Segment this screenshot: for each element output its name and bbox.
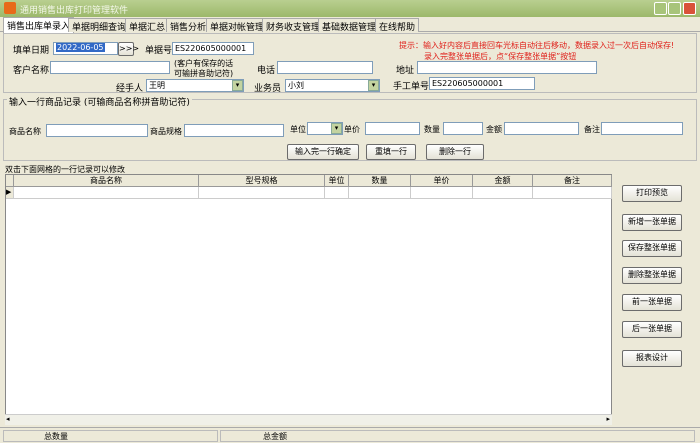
- grid-cell[interactable]: [349, 187, 411, 199]
- date-picker-button[interactable]: >>>: [118, 42, 139, 56]
- tab-summary[interactable]: 单据汇总: [125, 18, 170, 33]
- delete-row-button[interactable]: 删除一行: [426, 144, 484, 160]
- customer-label: 客户名称: [13, 66, 50, 76]
- window-title: 通用销售出库打印管理软件: [20, 6, 129, 16]
- col-header-name[interactable]: 商品名称: [14, 175, 199, 187]
- product-name-field[interactable]: [46, 124, 148, 137]
- col-header-unit[interactable]: 单位: [325, 175, 349, 187]
- qty-label: 数量: [424, 125, 440, 134]
- title-bar: 通用销售出库打印管理软件: [0, 0, 700, 17]
- col-header-amount[interactable]: 金额: [473, 175, 533, 187]
- date-label: 填单日期: [13, 46, 50, 56]
- bill-no-label: 单据号: [145, 46, 173, 56]
- scroll-left-icon[interactable]: ◂: [6, 415, 10, 423]
- grid-cell[interactable]: [411, 187, 473, 199]
- refill-row-button[interactable]: 重填一行: [366, 144, 416, 160]
- qty-field[interactable]: [443, 122, 483, 135]
- tab-bar: 销售出库单录入 单据明细查询 单据汇总 销售分析 单据对帐管理 财务收支管理 基…: [0, 17, 700, 33]
- report-design-button[interactable]: 报表设计: [622, 350, 682, 367]
- handler-label: 经手人: [116, 84, 144, 94]
- save-bill-button[interactable]: 保存整张单据: [622, 240, 682, 257]
- phone-field[interactable]: [277, 61, 373, 74]
- sales-combo[interactable]: [285, 79, 380, 92]
- customer-field[interactable]: [50, 61, 170, 74]
- total-qty-label: 总数量: [3, 430, 218, 442]
- next-bill-button[interactable]: 后一张单据: [622, 321, 682, 338]
- spec-field[interactable]: [184, 124, 284, 137]
- row-header-corner: [6, 175, 14, 187]
- amount-label: 金额: [486, 125, 502, 134]
- col-header-remark[interactable]: 备注: [533, 175, 612, 187]
- minimize-button[interactable]: [654, 2, 667, 15]
- current-row-indicator: ▶: [6, 187, 14, 199]
- customer-hint-2: 可输拼音助记符): [174, 69, 234, 78]
- header-panel: 填单日期 2022-06-05 >>> 单据号 提示：输入好内容后直接回车光标自…: [3, 33, 697, 94]
- new-bill-button[interactable]: 新增一张单据: [622, 214, 682, 231]
- chevron-down-icon[interactable]: ▾: [368, 80, 379, 91]
- grid-cell[interactable]: [533, 187, 612, 199]
- delete-bill-button[interactable]: 删除整张单据: [622, 267, 682, 284]
- hint-line-1: 提示：输入好内容后直接回车光标自动往后移动，数据录入过一次后自动保存!: [399, 41, 675, 50]
- tab-help[interactable]: 在线帮助: [375, 18, 420, 33]
- manual-no-field[interactable]: [429, 77, 535, 90]
- confirm-row-button[interactable]: 输入完一行确定: [287, 144, 359, 160]
- prev-bill-button[interactable]: 前一张单据: [622, 294, 682, 311]
- remark-field[interactable]: [601, 122, 683, 135]
- handler-combo[interactable]: [146, 79, 244, 92]
- print-preview-button[interactable]: 打印预览: [622, 185, 682, 202]
- chevron-down-icon[interactable]: ▾: [232, 80, 243, 91]
- tab-detail-query[interactable]: 单据明细查询: [68, 18, 131, 33]
- items-grid[interactable]: 商品名称 型号规格 单位 数量 单价 金额 备注 ▶: [5, 174, 612, 425]
- grid-cell[interactable]: [325, 187, 349, 199]
- maximize-button[interactable]: [668, 2, 681, 15]
- entry-group: 输入一行商品记录 (可输商品名称拼音助记符) 商品名称 商品规格 单位 ▾ 单价…: [3, 95, 697, 161]
- status-bar: 总数量 总金额: [0, 427, 700, 443]
- app-icon: [4, 2, 16, 14]
- tab-finance[interactable]: 财务收支管理: [262, 18, 325, 33]
- tab-reconcile[interactable]: 单据对帐管理: [206, 18, 269, 33]
- chevron-down-icon[interactable]: ▾: [331, 123, 342, 134]
- remark-label: 备注: [584, 125, 600, 134]
- address-label: 地址: [396, 66, 415, 76]
- horizontal-scrollbar[interactable]: ◂ ▸: [5, 414, 612, 425]
- name-label: 商品名称: [9, 127, 41, 136]
- price-label: 单价: [344, 125, 360, 134]
- tab-sales-analysis[interactable]: 销售分析: [166, 18, 211, 33]
- col-header-qty[interactable]: 数量: [349, 175, 411, 187]
- sales-label: 业务员: [254, 84, 282, 94]
- table-row[interactable]: [14, 187, 199, 199]
- grid-cell[interactable]: [473, 187, 533, 199]
- amount-field[interactable]: [504, 122, 579, 135]
- unit-label: 单位: [290, 125, 306, 134]
- tab-base-data[interactable]: 基础数据管理: [318, 18, 381, 33]
- address-field[interactable]: [417, 61, 597, 74]
- close-button[interactable]: [683, 2, 696, 15]
- tab-sales-entry[interactable]: 销售出库单录入: [3, 17, 75, 33]
- col-header-price[interactable]: 单价: [411, 175, 473, 187]
- bill-no-field[interactable]: [172, 42, 254, 55]
- price-field[interactable]: [365, 122, 420, 135]
- scroll-right-icon[interactable]: ▸: [606, 415, 610, 423]
- total-amount-label: 总金额: [220, 430, 695, 442]
- entry-group-label: 输入一行商品记录 (可输商品名称拼音助记符): [7, 95, 192, 108]
- spec-label: 商品规格: [150, 127, 182, 136]
- manual-no-label: 手工单号: [393, 82, 430, 92]
- date-value: 2022-06-05: [56, 43, 105, 52]
- grid-cell[interactable]: [199, 187, 325, 199]
- col-header-spec[interactable]: 型号规格: [199, 175, 325, 187]
- phone-label: 电话: [257, 66, 276, 76]
